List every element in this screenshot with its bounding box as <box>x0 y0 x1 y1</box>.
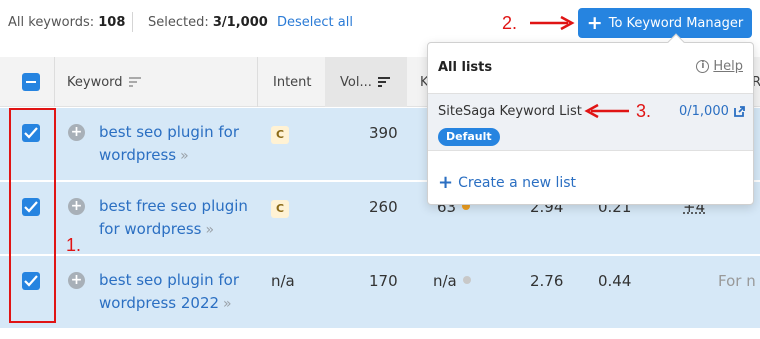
add-keyword-icon[interactable]: + <box>68 272 85 289</box>
external-link-icon <box>733 106 745 117</box>
selected-stat: Selected: 3/1,000 <box>148 15 268 30</box>
keyword-link[interactable]: best seo plugin for wordpress 2022» <box>99 269 239 316</box>
arrow-right-icon <box>530 15 575 31</box>
popup-title: All lists <box>438 60 493 75</box>
intent-badge: C <box>271 200 289 218</box>
chevron-right-icon: » <box>180 148 188 164</box>
volume-cell: 390 <box>369 124 398 142</box>
default-badge: Default <box>438 128 500 146</box>
minus-icon <box>26 81 36 83</box>
column-divider <box>54 57 55 107</box>
create-new-list-link[interactable]: + Create a new list <box>438 174 576 192</box>
add-keyword-icon[interactable]: + <box>68 198 85 215</box>
to-keyword-manager-button[interactable]: + To Keyword Manager <box>578 8 752 38</box>
to-keyword-manager-label: To Keyword Manager <box>608 15 744 31</box>
chevron-right-icon: » <box>205 222 213 238</box>
volume-cell: 260 <box>369 198 398 216</box>
column-header-intent[interactable]: Intent <box>273 57 312 107</box>
list-count-link[interactable]: 0/1,000 <box>679 104 745 119</box>
kd-cell: n/a <box>433 272 471 290</box>
plus-icon: + <box>586 11 603 34</box>
annotation-step-3: 3. <box>636 101 652 121</box>
com-cell: 0.44 <box>598 272 632 290</box>
keyword-lists-popup: All lists i Help SiteSaga Keyword List 0… <box>427 33 754 205</box>
intent-badge: C <box>271 126 289 144</box>
all-keywords-stat: All keywords: 108 <box>8 15 126 30</box>
annotation-step-1: 1. <box>66 235 82 255</box>
arrow-left-icon <box>584 103 629 119</box>
column-header-volume[interactable]: Vol... <box>325 57 407 107</box>
keyword-link[interactable]: best free seo plugin for wordpress» <box>99 195 248 242</box>
serp-features-cell: For n <box>718 272 756 290</box>
list-name: SiteSaga Keyword List <box>438 104 582 119</box>
divider <box>132 12 133 32</box>
keyword-link[interactable]: best seo plugin for wordpress» <box>99 121 239 168</box>
volume-cell: 170 <box>369 272 398 290</box>
list-item-sitesaga[interactable]: SiteSaga Keyword List 0/1,000 Default <box>428 93 753 151</box>
sort-icon <box>377 77 390 87</box>
annotation-step-2: 2. <box>502 13 518 33</box>
deselect-all-link[interactable]: Deselect all <box>277 15 353 30</box>
cpc-cell: 2.76 <box>530 272 564 290</box>
intent-cell: n/a <box>271 272 295 290</box>
sort-icon <box>128 77 141 87</box>
plus-icon: + <box>438 172 454 193</box>
column-divider <box>257 57 258 107</box>
column-header-keyword[interactable]: Keyword <box>67 57 141 107</box>
annotation-checkbox-highlight <box>9 108 56 323</box>
kd-dot-icon <box>462 276 471 284</box>
chevron-right-icon: » <box>223 296 231 312</box>
table-row[interactable]: + best seo plugin for wordpress 2022» n/… <box>0 256 760 329</box>
help-link[interactable]: i Help <box>696 59 743 74</box>
info-icon: i <box>696 60 710 73</box>
select-all-checkbox[interactable] <box>22 73 40 91</box>
toolbar: All keywords: 108 Selected: 3/1,000 Dese… <box>0 0 760 46</box>
add-keyword-icon[interactable]: + <box>68 124 85 141</box>
